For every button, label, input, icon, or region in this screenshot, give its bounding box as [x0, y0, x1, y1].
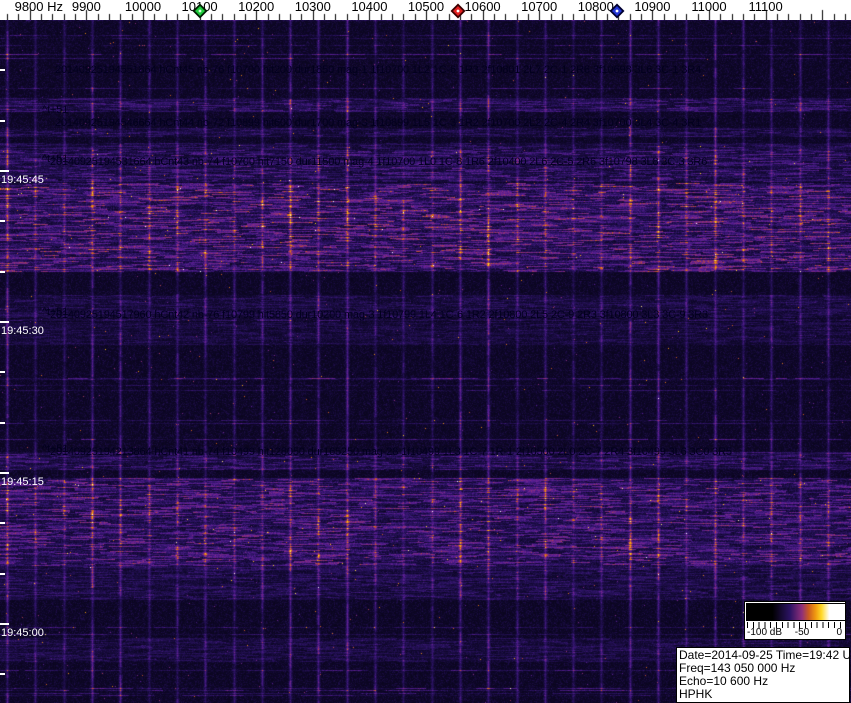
freq-tick-label: 10300 [294, 0, 331, 14]
freq-tick-label: 10000 [124, 0, 162, 14]
legend-label-max: 0 [836, 627, 842, 638]
time-tick-mark [0, 422, 5, 424]
blue-diamond-marker[interactable] [609, 3, 625, 19]
freq-tick-label: 9900 [71, 0, 101, 14]
detection-marker-label: ^t+51 [42, 104, 69, 116]
time-tick-mark [0, 69, 5, 71]
time-tick-mark [0, 321, 9, 323]
time-tick-mark [0, 120, 5, 122]
freq-tick-label: 10600 [464, 0, 501, 14]
time-tick-label: 19:45:30 [1, 325, 44, 337]
freq-tick-label: 10900 [634, 0, 671, 14]
info-station: HPHK [679, 687, 713, 701]
freq-tick-label: 11100 [748, 0, 783, 14]
time-tick-mark [0, 271, 5, 273]
time-tick-label: 19:45:45 [1, 174, 44, 186]
color-scale-legend: -100 dB -50 0 [744, 601, 846, 640]
freq-tick-label: 10500 [407, 0, 445, 14]
time-tick-mark [0, 220, 5, 222]
color-scale-gradient [746, 603, 846, 621]
observation-info-box: Date=2014-09-25 Time=19:42 UTC Freq=143 … [676, 647, 851, 703]
freq-tick-label: 10200 [238, 0, 275, 14]
detection-record-text: 20140925194546664 hCnt44 nb-72 f10899 hi… [55, 117, 702, 129]
detection-record-text: 20140925194551864 hCnt45 nb-76 f10700 hi… [55, 64, 702, 76]
freq-tick-label: 10700 [521, 0, 558, 14]
freq-tick-label: 10400 [351, 0, 388, 14]
freq-tick-label: 11000 [691, 0, 727, 14]
freq-tick-label: 9800 Hz [14, 0, 64, 14]
detection-record-text: 20140925194517960 hCnt42 nb-76 f10799 hi… [50, 309, 708, 321]
time-tick-mark [0, 472, 9, 474]
time-tick-label: 19:45:00 [1, 627, 44, 639]
frequency-ruler[interactable]: 9800 Hz990010000101001020010300104001050… [0, 0, 851, 20]
meteor-spectrogram-window: 9800 Hz990010000101001020010300104001050… [0, 0, 851, 703]
time-tick-mark [0, 371, 5, 373]
time-tick-mark [0, 673, 5, 675]
red-diamond-marker[interactable] [450, 3, 466, 19]
time-tick-mark [0, 623, 9, 625]
legend-label-mid: -50 [794, 627, 810, 638]
green-diamond-marker[interactable] [192, 3, 208, 19]
time-tick-mark [0, 522, 5, 524]
detection-record-text: 20140925194213864 hCnt41 nb-74 f10499 hi… [50, 446, 732, 458]
detection-record-text: 20140925194531664 hCnt43 nb-74 f10700 hi… [50, 156, 708, 168]
legend-label-min: -100 dB [747, 627, 783, 638]
time-tick-label: 19:45:15 [1, 476, 44, 488]
time-tick-mark [0, 573, 5, 575]
time-tick-mark [0, 170, 9, 172]
